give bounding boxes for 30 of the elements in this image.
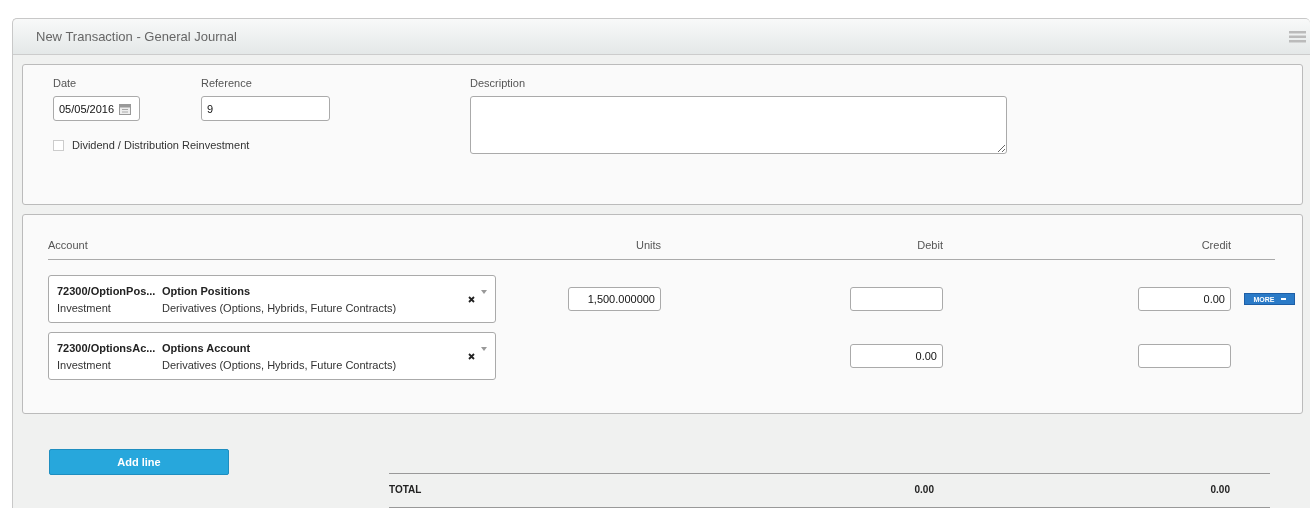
clear-icon[interactable] bbox=[468, 295, 475, 303]
description-field[interactable] bbox=[470, 96, 1007, 154]
field-label: Reference bbox=[201, 77, 253, 89]
checkbox[interactable] bbox=[53, 139, 64, 151]
checkbox-label: Dividend / Distribution Reinvestment bbox=[72, 139, 250, 151]
field-label: Description bbox=[470, 77, 527, 89]
credit-field[interactable] bbox=[1138, 344, 1231, 368]
field-label: Date bbox=[53, 77, 78, 89]
caret-icon[interactable] bbox=[481, 347, 487, 351]
calendar-icon[interactable] bbox=[119, 102, 132, 115]
minus-icon bbox=[1280, 298, 1286, 300]
total-credit: 0.00 bbox=[1210, 484, 1230, 495]
credit-field[interactable]: 0.00 bbox=[1138, 287, 1231, 311]
total-label: TOTAL bbox=[389, 484, 423, 495]
menu-icon[interactable] bbox=[1289, 30, 1306, 43]
window-title: New Transaction - General Journal bbox=[36, 29, 237, 44]
column-header: Units bbox=[635, 239, 661, 251]
account-select[interactable]: 72300/OptionsAc... Options Account Investment Derivatives (Options, Hybrids, Future Contracts) bbox=[48, 332, 496, 380]
reference-field[interactable]: 9 bbox=[201, 96, 330, 121]
column-header: Account bbox=[48, 239, 89, 251]
column-header: Debit bbox=[917, 239, 943, 251]
debit-field[interactable]: 0.00 bbox=[850, 344, 943, 368]
debit-field[interactable] bbox=[850, 287, 943, 311]
clear-icon[interactable] bbox=[468, 352, 475, 360]
caret-icon[interactable] bbox=[481, 290, 487, 294]
account-select[interactable]: 72300/OptionPos... Option Positions Investment Derivatives (Options, Hybrids, Future Contracts) bbox=[48, 275, 496, 323]
total-debit: 0.00 bbox=[914, 484, 934, 495]
date-field[interactable]: 05/05/2016 bbox=[53, 96, 140, 121]
units-field[interactable]: 1,500.000000 bbox=[568, 287, 661, 311]
column-header: Credit bbox=[1201, 239, 1231, 251]
